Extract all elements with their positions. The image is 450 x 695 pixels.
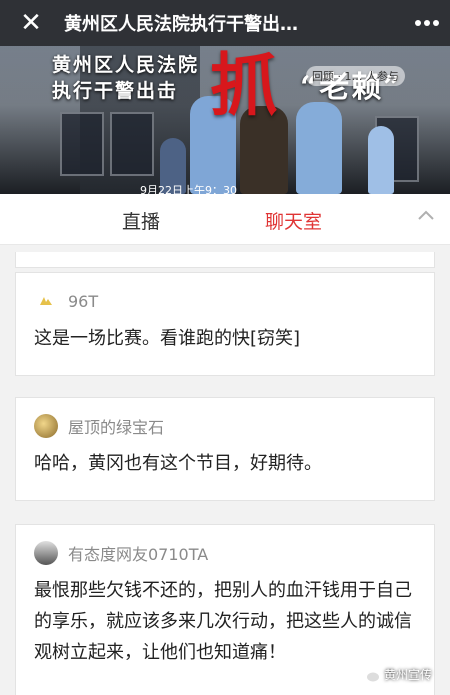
banner-date: 9月22日上午9：30 (140, 184, 237, 194)
close-icon[interactable]: ✕ (8, 0, 54, 46)
banner-line-1: 黄州区人民法院 (52, 54, 200, 76)
message-header: 屋顶的绿宝石 (16, 398, 434, 438)
banner-big-char: 抓 (210, 46, 279, 126)
top-bar: ✕ 黄州区人民法院执行干警出… (0, 0, 450, 46)
tab-chat[interactable]: 聊天室 (265, 207, 322, 234)
wechat-icon (361, 668, 379, 681)
officer-figure (296, 102, 342, 194)
replay-badge: 回顾 · 1… 人参与 (306, 66, 405, 86)
message-header: 96T (16, 273, 434, 313)
message-username: 有态度网友0710TA (68, 545, 209, 564)
message-text: 这是一场比赛。看谁跑的快[窃笑] (34, 328, 301, 349)
message-text: 哈哈，黄冈也有这个节目，好期待。 (34, 453, 322, 474)
tab-bar: 直播 聊天室 (0, 194, 450, 245)
live-banner[interactable]: 黄州区人民法院 执行干警出击 抓 “老赖” 回顾 · 1… 人参与 9月22日上… (0, 46, 450, 194)
chevron-up-icon[interactable] (416, 206, 436, 226)
banner-headline: 黄州区人民法院 执行干警出击 (52, 52, 199, 104)
message-username: 96T (68, 291, 99, 311)
message-text: 最恨那些欠钱不还的，把别人的血汗钱用于自己的享乐，就应该多来几次行动，把这些人的… (34, 580, 412, 663)
message-username: 屋顶的绿宝石 (68, 418, 165, 437)
avatar (34, 414, 58, 438)
chat-message-partial (15, 252, 435, 268)
tab-live[interactable]: 直播 (122, 207, 160, 234)
banner-line-2: 执行干警出击 (52, 80, 179, 102)
watermark-text: 黄州宣传 (384, 668, 433, 682)
wechat-watermark: 黄州宣传 (360, 666, 432, 683)
more-icon[interactable] (404, 0, 450, 46)
page-title: 黄州区人民法院执行干警出… (64, 14, 298, 35)
avatar (34, 289, 58, 313)
chat-message: 96T 这是一场比赛。看谁跑的快[窃笑] (15, 272, 435, 376)
avatar (34, 541, 58, 565)
building-window (110, 112, 154, 176)
chat-feed[interactable]: 96T 这是一场比赛。看谁跑的快[窃笑] 屋顶的绿宝石 哈哈，黄冈也有这个节目，… (0, 244, 450, 695)
chat-message: 屋顶的绿宝石 哈哈，黄冈也有这个节目，好期待。 (15, 397, 435, 501)
message-header: 有态度网友0710TA (16, 525, 434, 565)
officer-figure (368, 126, 394, 194)
building-window (60, 112, 104, 176)
